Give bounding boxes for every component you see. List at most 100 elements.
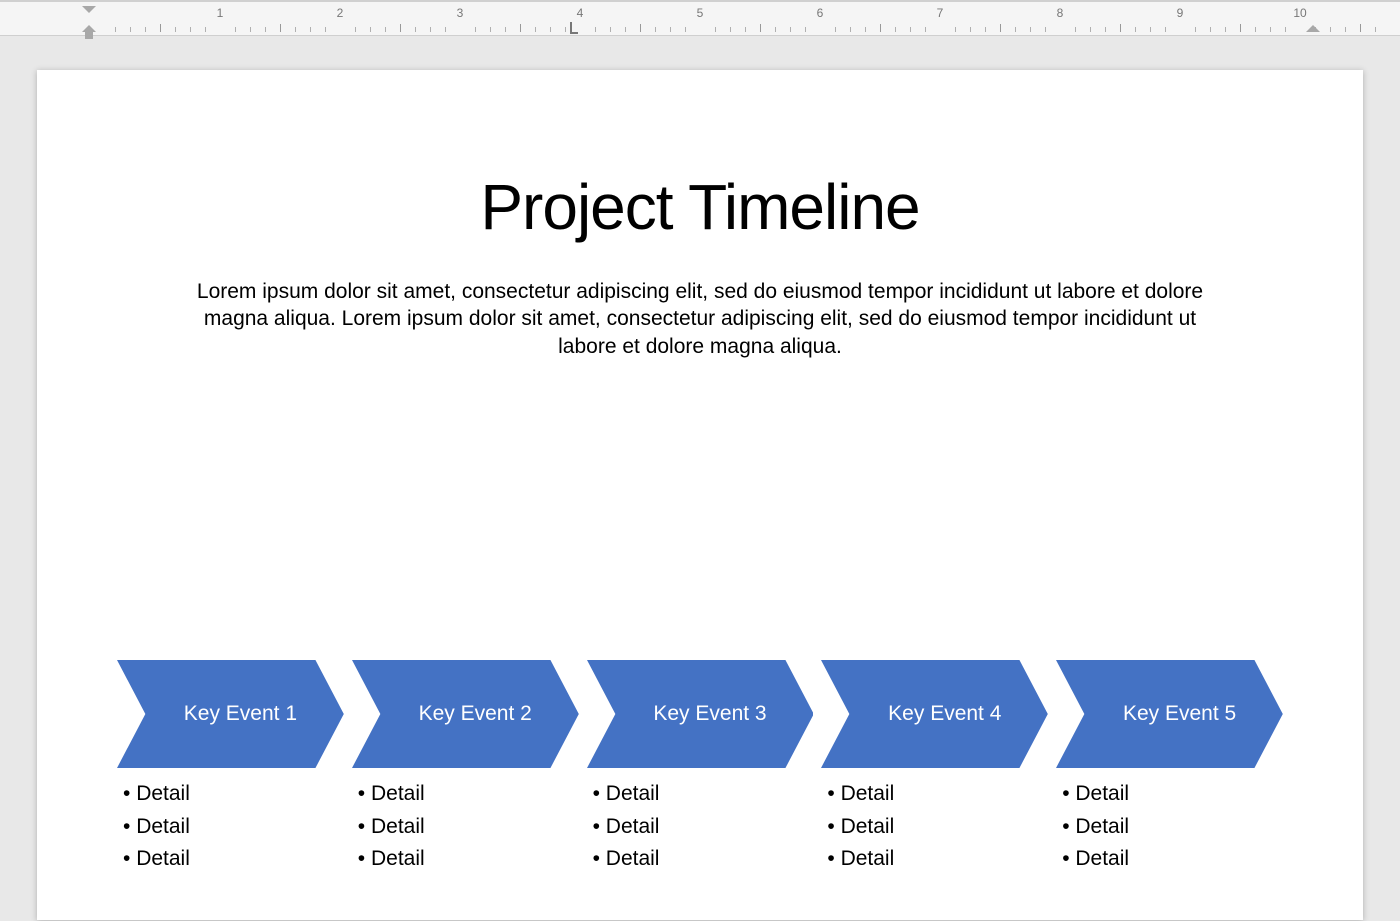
ruler-tick xyxy=(205,27,206,32)
ruler-marks: 12345678910 xyxy=(60,2,1380,38)
ruler-tick xyxy=(910,27,911,32)
timeline-chevron[interactable]: Key Event 5 xyxy=(1056,660,1283,768)
chevron-row: Key Event 1Key Event 2Key Event 3Key Eve… xyxy=(117,660,1283,768)
ruler-number: 6 xyxy=(817,6,824,20)
timeline-chevron[interactable]: Key Event 3 xyxy=(587,660,814,768)
ruler-tick xyxy=(880,24,881,32)
chevron-label[interactable]: Key Event 3 xyxy=(587,660,814,768)
ruler-tick xyxy=(610,27,611,32)
tab-stop-marker[interactable] xyxy=(566,22,578,34)
detail-column[interactable]: DetailDetailDetail xyxy=(821,778,1048,876)
ruler-tick xyxy=(400,24,401,32)
ruler-tick xyxy=(355,27,356,32)
ruler-tick xyxy=(445,27,446,32)
detail-item[interactable]: Detail xyxy=(827,778,1048,811)
ruler-tick xyxy=(715,27,716,32)
detail-item[interactable]: Detail xyxy=(593,811,814,844)
detail-item[interactable]: Detail xyxy=(123,843,344,876)
ruler-tick xyxy=(1360,24,1361,32)
ruler-number: 2 xyxy=(337,6,344,20)
ruler-tick xyxy=(1165,27,1166,32)
slide-title[interactable]: Project Timeline xyxy=(97,170,1303,244)
canvas-area[interactable]: Project Timeline Lorem ipsum dolor sit a… xyxy=(0,36,1400,921)
detail-item[interactable]: Detail xyxy=(1062,843,1283,876)
ruler-tick xyxy=(760,24,761,32)
ruler-tick xyxy=(1030,27,1031,32)
ruler-tick xyxy=(805,27,806,32)
ruler-tick xyxy=(1240,24,1241,32)
ruler-tick xyxy=(1270,27,1271,32)
ruler-tick xyxy=(235,27,236,32)
ruler-tick xyxy=(385,27,386,32)
ruler-tick xyxy=(865,27,866,32)
detail-item[interactable]: Detail xyxy=(358,843,579,876)
detail-column[interactable]: DetailDetailDetail xyxy=(1056,778,1283,876)
chevron-label[interactable]: Key Event 1 xyxy=(117,660,344,768)
ruler-bar: 12345678910 xyxy=(0,0,1400,36)
ruler-tick xyxy=(160,24,161,32)
left-indent-icon[interactable] xyxy=(85,32,93,39)
ruler-tick xyxy=(415,27,416,32)
timeline-chevron[interactable]: Key Event 1 xyxy=(117,660,344,768)
ruler-tick xyxy=(670,27,671,32)
detail-item[interactable]: Detail xyxy=(593,778,814,811)
ruler-number: 1 xyxy=(217,6,224,20)
ruler-tick xyxy=(1015,27,1016,32)
ruler-tick xyxy=(1345,27,1346,32)
ruler-tick xyxy=(370,27,371,32)
timeline-chevron[interactable]: Key Event 4 xyxy=(821,660,1048,768)
detail-item[interactable]: Detail xyxy=(123,778,344,811)
indent-marker-right[interactable] xyxy=(1306,4,1320,34)
ruler-tick xyxy=(1330,27,1331,32)
ruler-number: 3 xyxy=(457,6,464,20)
slide-body-text[interactable]: Lorem ipsum dolor sit amet, consectetur … xyxy=(175,278,1225,360)
ruler-tick xyxy=(295,27,296,32)
timeline-chevron[interactable]: Key Event 2 xyxy=(352,660,579,768)
indent-marker-left[interactable] xyxy=(82,4,96,34)
timeline-smartart[interactable]: Key Event 1Key Event 2Key Event 3Key Eve… xyxy=(117,660,1283,876)
ruler-tick xyxy=(490,27,491,32)
ruler-tick xyxy=(1255,27,1256,32)
detail-item[interactable]: Detail xyxy=(123,811,344,844)
ruler-number: 8 xyxy=(1057,6,1064,20)
ruler-tick xyxy=(925,27,926,32)
right-indent-icon[interactable] xyxy=(1306,25,1320,32)
chevron-label[interactable]: Key Event 4 xyxy=(821,660,1048,768)
ruler-tick xyxy=(550,27,551,32)
ruler-number: 5 xyxy=(697,6,704,20)
ruler-tick xyxy=(1045,27,1046,32)
detail-item[interactable]: Detail xyxy=(358,811,579,844)
detail-item[interactable]: Detail xyxy=(827,843,1048,876)
ruler-tick xyxy=(685,27,686,32)
ruler-tick xyxy=(1000,24,1001,32)
detail-item[interactable]: Detail xyxy=(593,843,814,876)
hanging-indent-icon[interactable] xyxy=(82,25,96,32)
ruler-tick xyxy=(1210,27,1211,32)
slide[interactable]: Project Timeline Lorem ipsum dolor sit a… xyxy=(37,70,1363,920)
detail-column[interactable]: DetailDetailDetail xyxy=(587,778,814,876)
chevron-label[interactable]: Key Event 5 xyxy=(1056,660,1283,768)
ruler-tick xyxy=(1225,27,1226,32)
detail-item[interactable]: Detail xyxy=(827,811,1048,844)
ruler-tick xyxy=(310,27,311,32)
detail-item[interactable]: Detail xyxy=(1062,811,1283,844)
ruler-tick xyxy=(1090,27,1091,32)
ruler-tick xyxy=(1075,27,1076,32)
ruler-tick xyxy=(745,27,746,32)
ruler-tick xyxy=(1195,27,1196,32)
ruler-tick xyxy=(1120,24,1121,32)
horizontal-ruler[interactable]: 12345678910 xyxy=(60,2,1380,38)
detail-column[interactable]: DetailDetailDetail xyxy=(117,778,344,876)
ruler-tick xyxy=(1285,27,1286,32)
detail-item[interactable]: Detail xyxy=(358,778,579,811)
detail-row: DetailDetailDetailDetailDetailDetailDeta… xyxy=(117,778,1283,876)
ruler-tick xyxy=(640,24,641,32)
ruler-tick xyxy=(190,27,191,32)
chevron-label[interactable]: Key Event 2 xyxy=(352,660,579,768)
detail-column[interactable]: DetailDetailDetail xyxy=(352,778,579,876)
ruler-tick xyxy=(325,27,326,32)
detail-item[interactable]: Detail xyxy=(1062,778,1283,811)
ruler-tick xyxy=(280,24,281,32)
first-line-indent-icon[interactable] xyxy=(82,6,96,13)
ruler-tick xyxy=(655,27,656,32)
